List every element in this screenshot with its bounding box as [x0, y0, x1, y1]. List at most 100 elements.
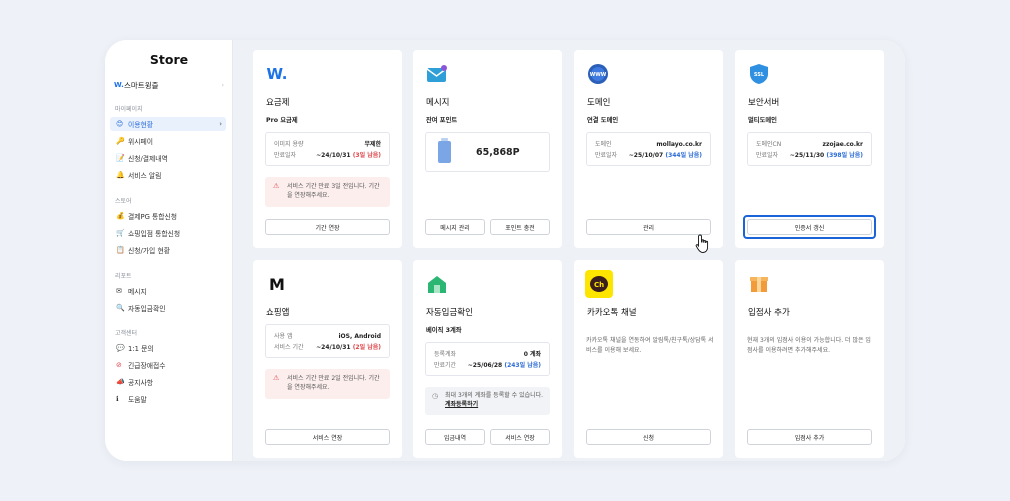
sidebar-item-shopping-entry[interactable]: 🛒 쇼핑입점 통합신청: [110, 226, 226, 240]
add-store-button[interactable]: 입점사 추가: [747, 429, 872, 445]
sidebar-item-label: 긴급장애접수: [128, 362, 166, 370]
service-extend-button[interactable]: 서비스 연장: [265, 429, 390, 445]
megaphone-icon: 📣: [116, 378, 125, 386]
section-support: 고객센터: [115, 330, 138, 337]
expiry-warning: ⚠ 서비스 기간 만료 2일 전입니다. 기간을 연장해주세요.: [265, 369, 390, 399]
key-icon: 🔑: [116, 137, 125, 145]
card-subtitle: 연결 도메인: [587, 117, 619, 124]
warning-icon: ⚠: [273, 374, 280, 382]
card-subtitle: 멀티도메인: [748, 117, 777, 124]
smile-icon: 😊: [116, 120, 124, 128]
ssl-card: SSL 보안서버 멀티도메인 도메인CN zzojae.co.kr 만료일자 ~25…: [735, 50, 884, 248]
svg-text:SSL: SSL: [754, 72, 765, 78]
info-box: 도메인 mollayo.co.kr 만료일자 ~25/10/07 (344일 남음): [586, 132, 711, 166]
card-subtitle: 잔여 포인트: [426, 117, 458, 124]
sidebar-item-label: 공지사항: [128, 379, 154, 387]
renew-certificate-button[interactable]: 인증서 갱신: [743, 215, 876, 239]
kakao-apply-button[interactable]: 신청: [586, 429, 711, 445]
card-subtitle: Pro 요금제: [266, 117, 298, 124]
info-icon: ℹ: [116, 395, 119, 403]
section-report: 리포트: [115, 273, 132, 280]
sidebar-item-notice[interactable]: 📣 공지사항: [110, 375, 226, 389]
sidebar-item-inquiry[interactable]: 💬 1:1 문의: [110, 341, 226, 355]
shop-name: 스마트윙즐: [124, 80, 159, 90]
sidebar-item-emergency[interactable]: ⊘ 긴급장애접수: [110, 358, 226, 372]
deposit-history-button[interactable]: 입금내역: [425, 429, 485, 445]
card-title: 요금제: [266, 98, 290, 108]
sidebar-item-alerts[interactable]: 🔔 서비스 알림: [110, 168, 226, 182]
sidebar-item-label: 쇼핑입점 통합신청: [128, 230, 181, 238]
chevron-right-icon: ›: [219, 120, 222, 128]
sidebar: Store W. 스마트윙즐 › 마이페이지 😊 이용현황 › 🔑 위시페이 📝…: [105, 40, 233, 461]
expiry-warning: ⚠ 서비스 기간 만료 3일 전입니다. 기간을 연장해주세요.: [265, 177, 390, 207]
bell-icon: 🔔: [116, 171, 125, 179]
extend-period-button[interactable]: 기간 연장: [265, 219, 390, 235]
sidebar-item-label: 신청/결제내역: [128, 155, 168, 163]
m-logo-icon: M: [269, 274, 285, 294]
sidebar-item-pg[interactable]: 💰 결제PG 통합신청: [110, 209, 226, 223]
kakao-channel-card: Ch 카카오톡 채널 카카오톡 채널을 연동하여 알림톡/친구톡/상담톡 서비스…: [574, 260, 723, 458]
magnifier-icon: 🔍: [116, 304, 125, 312]
house-icon: [426, 273, 448, 295]
auto-deposit-card: 자동입금확인 베이직 3계좌 등록계좌 0 계좌 만료기간 ~25/06/28 (2…: [413, 260, 562, 458]
envelope-icon: ✉: [116, 287, 122, 295]
w-logo-icon: W.: [266, 65, 288, 83]
message-manage-button[interactable]: 메시지 관리: [425, 219, 485, 235]
info-box: 도메인CN zzojae.co.kr 만료일자 ~25/11/30 (398일 남음…: [747, 132, 872, 166]
sidebar-item-orders[interactable]: 📝 신청/결제내역: [110, 151, 226, 165]
card-title: 자동입금확인: [426, 308, 473, 318]
domain-manage-button[interactable]: 관리: [586, 219, 711, 235]
card-title: 카카오톡 채널: [587, 308, 637, 318]
warning-icon: ⚠: [273, 182, 280, 190]
dashboard-content: W. 요금제 Pro 요금제 이미지 용량 무제한 만료일자 ~24/10/31 (…: [233, 40, 905, 461]
section-mypage: 마이페이지: [115, 106, 143, 113]
sidebar-item-deposit[interactable]: 🔍 자동입금확인: [110, 301, 226, 315]
account-note: ◷ 최대 3개의 계좌를 등록할 수 있습니다. 계좌등록하기: [425, 387, 550, 415]
card-description: 현재 3개의 입점사 이용이 가능합니다. 더 많은 입점사를 이용하려면 추가…: [747, 337, 871, 354]
kakao-channel-icon: Ch: [585, 270, 613, 298]
sidebar-item-help[interactable]: ℹ 도움말: [110, 392, 226, 406]
info-box: 등록계좌 0 계좌 만료기간 ~25/06/28 (243일 남음): [425, 342, 550, 376]
envelope-icon: [426, 63, 448, 85]
svg-text:WWW: WWW: [590, 72, 607, 78]
sidebar-item-usage[interactable]: 😊 이용현황 ›: [110, 117, 226, 131]
shop-logo-icon: W.: [114, 81, 124, 89]
card-title: 쇼핑앱: [266, 308, 290, 318]
money-bag-icon: 💰: [116, 212, 125, 220]
points-box: 65,868P: [425, 132, 550, 172]
svg-text:Ch: Ch: [594, 281, 604, 289]
card-description: 카카오톡 채널을 연동하여 알림톡/친구톡/상담톡 서비스를 이용해 보세요.: [586, 337, 714, 354]
chevron-right-icon: ›: [221, 81, 224, 89]
sidebar-item-label: 이용현황: [128, 121, 154, 129]
sidebar-item-message[interactable]: ✉ 메시지: [110, 284, 226, 298]
point-charge-button[interactable]: 포인트 충전: [490, 219, 550, 235]
battery-icon: [438, 138, 451, 163]
sidebar-item-status[interactable]: 📋 신청/가입 현황: [110, 243, 226, 257]
sidebar-item-label: 위시페이: [128, 138, 154, 146]
card-title: 보안서버: [748, 98, 780, 108]
store-title: Store: [149, 52, 189, 67]
card-title: 도메인: [587, 98, 611, 108]
globe-icon: WWW: [587, 63, 609, 85]
memo-icon: 📝: [116, 154, 125, 162]
section-store: 스토어: [115, 198, 132, 205]
chat-icon: 💬: [116, 344, 125, 352]
shopping-app-card: M 쇼핑앱 사용 앱 iOS, Android 서비스 기간 ~24/10/31 (…: [253, 260, 402, 458]
domain-card: WWW 도메인 연결 도메인 도메인 mollayo.co.kr 만료일자 ~25/…: [574, 50, 723, 248]
deposit-extend-button[interactable]: 서비스 연장: [490, 429, 550, 445]
shop-selector[interactable]: W. 스마트윙즐 ›: [114, 78, 224, 92]
register-account-link[interactable]: 계좌등록하기: [445, 401, 478, 408]
sidebar-item-label: 자동입금확인: [128, 305, 166, 313]
sidebar-item-label: 결제PG 통합신청: [128, 213, 178, 221]
plan-card: W. 요금제 Pro 요금제 이미지 용량 무제한 만료일자 ~24/10/31 (…: [253, 50, 402, 248]
sidebar-item-label: 신청/가입 현황: [128, 247, 170, 255]
sidebar-item-label: 도움말: [128, 396, 147, 404]
hand-pointer-icon: [695, 234, 709, 253]
box-icon: [748, 273, 770, 295]
card-title: 입점사 추가: [748, 308, 790, 318]
prohibited-icon: ⊘: [116, 361, 122, 369]
card-title: 메시지: [426, 98, 450, 108]
sidebar-item-wishpay[interactable]: 🔑 위시페이: [110, 134, 226, 148]
message-card: 메시지 잔여 포인트 65,868P 메시지 관리 포인트 충전: [413, 50, 562, 248]
shield-icon: SSL: [748, 63, 770, 85]
